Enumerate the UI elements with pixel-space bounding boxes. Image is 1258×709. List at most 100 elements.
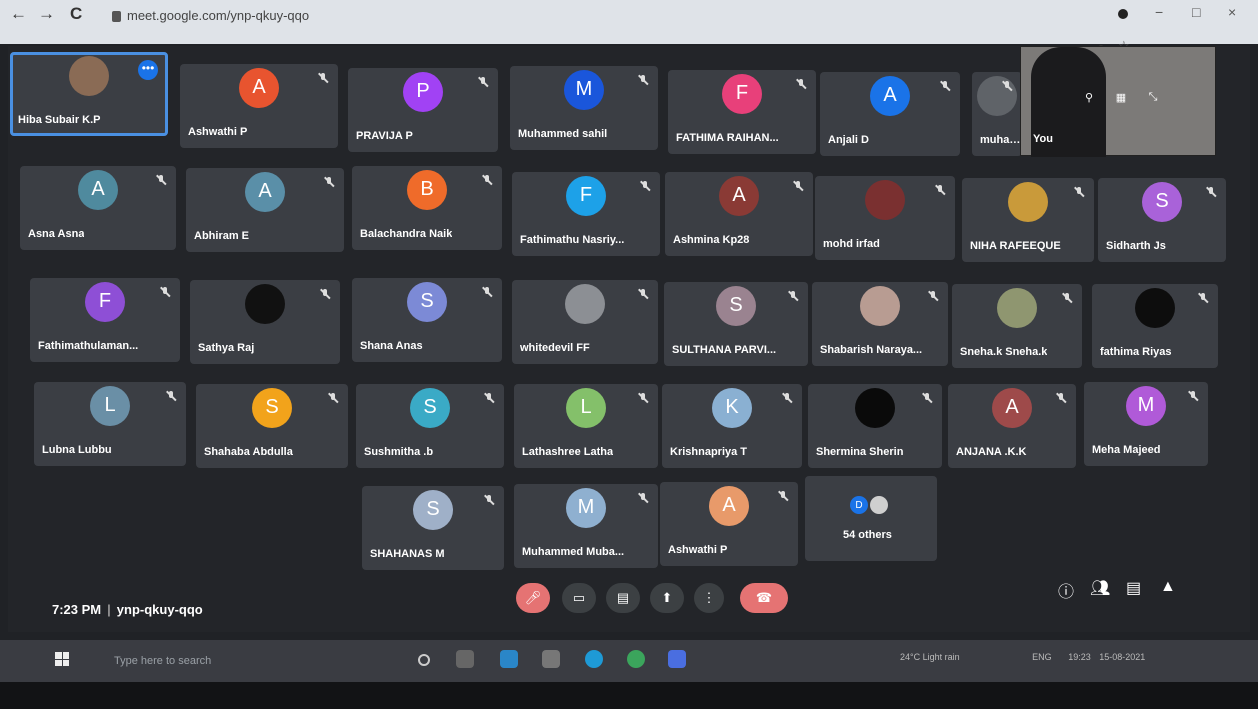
end-call-button[interactable]: ☎ [740,583,788,613]
camera-toggle-button[interactable]: ▭ [562,583,596,613]
pin-icon[interactable]: ⚲ [1081,91,1097,107]
edge-icon[interactable] [585,650,603,668]
participant-name: Lathashree Latha [522,446,614,458]
participant-tile[interactable]: F Fathimathu Nasriy... [512,172,660,256]
participant-avatar: L [566,387,606,428]
participant-tile[interactable]: A Abhiram E [186,168,344,252]
participant-tile[interactable]: Sneha.k Sneha.k [952,284,1082,368]
mic-off-icon [638,392,648,404]
participant-avatar [565,283,605,324]
mic-off-icon [793,180,803,192]
minimize-button[interactable]: − [1155,4,1163,20]
participant-tile[interactable]: muhamm [972,72,1022,156]
activities-icon[interactable]: ▲ [1160,578,1176,596]
mic-off-icon [935,184,945,196]
others-label: 54 others [843,529,892,541]
participant-tile[interactable]: K Krishnapriya T [662,384,802,468]
file-explorer-icon[interactable] [542,650,560,668]
participant-tile[interactable]: M Muhammed Muba... [514,484,658,568]
participant-tile[interactable]: Hiba Subair K.P ••• [10,52,168,136]
participant-avatar: S [252,387,292,428]
participant-tile[interactable]: Shabarish Naraya... [812,282,948,366]
lang-indicator: ENG [1032,652,1052,662]
participant-name: Ashmina Kp28 [673,234,750,246]
participant-tile[interactable]: A ANJANA .K.K [948,384,1076,468]
store-icon[interactable] [500,650,518,668]
participant-tile[interactable]: F FATHIMA RAIHAN... [668,70,816,154]
participant-tile[interactable]: A Ashwathi P [180,64,338,148]
participant-tile[interactable]: S Sidharth Js [1098,178,1226,262]
participant-tile[interactable]: mohd irfad [815,176,955,260]
participant-tile[interactable]: S SULTHANA PARVI... [664,282,808,366]
info-icon[interactable]: ⓘ [1058,578,1074,602]
participant-name: Sneha.k Sneha.k [960,346,1048,358]
mic-off-icon [640,180,650,192]
self-view-tile[interactable]: ⚲ ▦ ⤡ You [1020,46,1216,157]
profile-dot-icon[interactable] [1118,9,1128,19]
participant-avatar: A [992,387,1032,428]
participant-tile[interactable]: B Balachandra Naik [352,166,502,250]
mic-off-icon [318,72,328,84]
participant-tile[interactable]: fathima Riyas [1092,284,1218,368]
participant-tile[interactable]: A Anjali D [820,72,960,156]
others-tile[interactable]: D 54 others [805,476,937,561]
participant-tile[interactable]: A Ashmina Kp28 [665,172,813,256]
mic-off-icon [1062,292,1072,304]
participant-avatar: A [870,75,910,116]
mic-off-icon [482,174,492,186]
participant-name: whitedevil FF [520,342,590,354]
participant-tile[interactable]: P PRAVIJA P [348,68,498,152]
more-options-button[interactable]: ⋮ [694,583,724,613]
participant-avatar: M [564,69,604,110]
mic-off-icon [782,392,792,404]
participant-avatar: F [566,175,606,216]
participant-tile[interactable]: M Meha Majeed [1084,382,1208,466]
participant-tile[interactable]: S Shahaba Abdulla [196,384,348,468]
reload-icon[interactable]: C [70,4,82,24]
participant-tile[interactable]: Shermina Sherin [808,384,942,468]
layout-icon[interactable]: ▦ [1113,91,1129,107]
monitor-bezel [0,682,1258,709]
others-avatars: D [850,496,888,514]
participant-tile[interactable]: NIHA RAFEEQUE [962,178,1094,262]
taskbar-search[interactable]: Type here to search [90,650,340,672]
present-button[interactable]: ⬆ [650,583,684,613]
cortana-icon[interactable] [418,654,430,666]
tile-more-options-button[interactable]: ••• [138,60,158,80]
participant-tile[interactable]: L Lathashree Latha [514,384,658,468]
zoom-app-icon[interactable] [668,650,686,668]
participant-tile[interactable]: F Fathimathulaman... [30,278,180,362]
windows-start-icon[interactable] [55,652,69,666]
mic-off-icon [1188,390,1198,402]
others-avatar-initial: D [850,496,868,514]
participant-tile[interactable]: A Ashwathi P [660,482,798,566]
participant-tile[interactable]: Sathya Raj [190,280,340,364]
participant-name: Shana Anas [360,340,423,352]
participant-tile[interactable]: S Shana Anas [352,278,502,362]
participant-tile[interactable]: L Lubna Lubbu [34,382,186,466]
participant-tile[interactable]: S Sushmitha .b [356,384,504,468]
chrome-icon[interactable] [627,650,645,668]
task-view-icon[interactable] [456,650,474,668]
participant-avatar [860,285,900,326]
participant-tile[interactable]: A Asna Asna [20,166,176,250]
back-arrow-icon[interactable]: ← [10,4,27,24]
participant-avatar [865,179,905,220]
forward-arrow-icon[interactable]: → [38,4,55,24]
maximize-button[interactable]: □ [1192,4,1200,20]
captions-button[interactable]: ▤ [606,583,640,613]
mic-off-icon [160,286,170,298]
participant-name: NIHA RAFEEQUE [970,240,1061,252]
address-bar[interactable]: meet.google.com/ynp-qkuy-qqo [112,5,532,27]
close-button[interactable]: × [1228,4,1236,20]
participant-tile[interactable]: whitedevil FF [512,280,658,364]
chat-icon[interactable]: ▤ [1126,578,1141,598]
participant-tile[interactable]: M Muhammed sahil [510,66,658,150]
mic-off-icon [328,392,338,404]
participant-name: mohd irfad [823,238,880,250]
people-icon[interactable]: 👥︎ [1090,578,1110,598]
mic-toggle-button[interactable]: 🎤︎ [516,583,550,613]
participant-tile[interactable]: S SHAHANAS M [362,486,504,570]
collapse-icon[interactable]: ⤡ [1145,91,1161,107]
mic-off-icon [324,176,334,188]
